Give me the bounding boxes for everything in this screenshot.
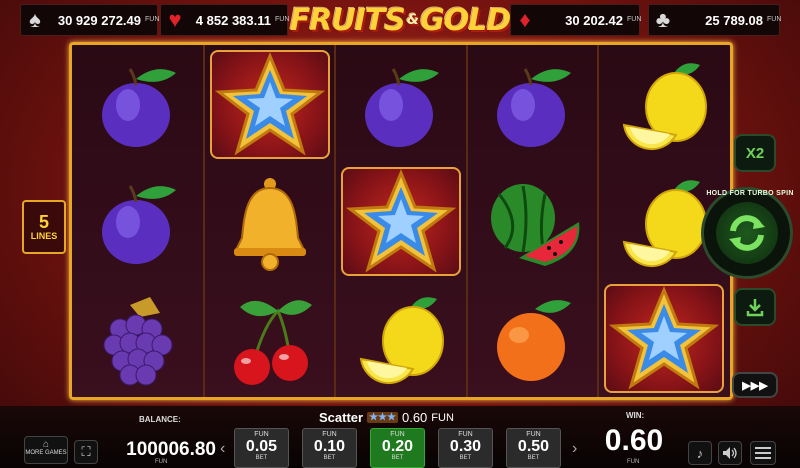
star-symbol [206,46,334,163]
win-label: WIN: [626,411,645,420]
bet-next-arrow[interactable]: › [572,440,577,458]
fullscreen-icon: ⛶ [81,444,91,459]
bet-option[interactable]: FUN 0.05 BET [234,428,289,468]
spin-hint: HOLD FOR TURBO SPIN [706,190,794,197]
lemon-symbol [600,46,728,163]
jackpot-currency: FUN [145,16,160,23]
jackpot-heart: ♥ 4 852 383.11 FUN [160,4,290,36]
scatter-stars-icon: ★★★ [367,412,398,423]
bet-option[interactable]: FUN 0.10 BET [302,428,357,468]
jackpot-currency: FUN [275,16,290,23]
star-symbol [600,280,728,397]
bet-option-selected[interactable]: FUN 0.20 BET [370,428,425,468]
jackpot-amount: 30 929 272.49 [57,12,141,28]
jackpot-currency: FUN [627,16,642,23]
star-symbol [337,163,465,280]
heart-icon: ♥ [168,7,182,32]
autoplay-button[interactable]: ▶▶▶ [732,372,778,398]
spade-icon: ♠ [29,7,41,32]
spin-icon [716,202,778,264]
bet-prev-arrow[interactable]: ‹ [220,440,225,458]
reel-grid [69,42,733,400]
diamond-icon: ♦ [519,7,531,32]
home-icon: ⌂ [42,439,50,450]
balance-currency: FUN [155,459,168,465]
lemon-symbol [337,280,465,397]
sound-button[interactable] [718,441,742,465]
grapes-symbol [74,280,202,397]
reel-divider [465,45,468,397]
bell-symbol [206,163,334,280]
watermelon-symbol [469,163,597,280]
jackpot-bar: ♠ 30 929 272.49 FUN ♥ 4 852 383.11 FUN F… [0,0,800,42]
music-button[interactable]: ♪ [688,441,712,465]
download-icon [746,299,764,317]
cherry-symbol [206,280,334,397]
bet-option[interactable]: FUN 0.50 BET [506,428,561,468]
reel-divider [597,45,600,397]
multiplier-button[interactable]: X2 [734,134,776,172]
hamburger-icon [755,447,771,459]
club-icon: ♣ [655,7,671,32]
jackpot-amount: 30 202.42 [565,12,623,28]
bet-option[interactable]: FUN 0.30 BET [438,428,493,468]
fullscreen-button[interactable]: ⛶ [74,440,98,464]
plum-symbol [74,46,202,163]
balance-value: 100006.80 [126,439,216,460]
jackpot-diamond: ♦ 30 202.42 FUN [510,4,642,36]
reel-divider [334,45,337,397]
jackpot-currency: FUN [767,16,782,23]
jackpot-spade: ♠ 30 929 272.49 FUN [20,4,160,36]
plum-symbol [469,46,597,163]
jackpot-club: ♣ 25 789.08 FUN [648,4,782,36]
menu-button[interactable] [750,441,776,465]
orange-symbol [469,280,597,397]
game-logo: FRUITS & GOLD [289,2,512,38]
scatter-info: Scatter ★★★ 0.60 FUN [319,410,454,425]
plum-symbol [74,163,202,280]
balance-label: BALANCE: [139,415,181,424]
reel-divider [202,45,205,397]
win-currency: FUN [627,459,640,465]
win-value: 0.60 [604,424,664,457]
music-note-icon: ♪ [696,445,704,461]
collect-button[interactable] [734,288,776,326]
jackpot-amount: 4 852 383.11 [195,12,271,28]
spin-button[interactable] [701,187,793,279]
lines-badge: 5 LINES [22,200,66,254]
more-games-button[interactable]: ⌂ MORE GAMES [24,436,68,464]
speaker-icon [723,447,737,459]
jackpot-amount: 25 789.08 [705,12,763,28]
plum-symbol [337,46,465,163]
